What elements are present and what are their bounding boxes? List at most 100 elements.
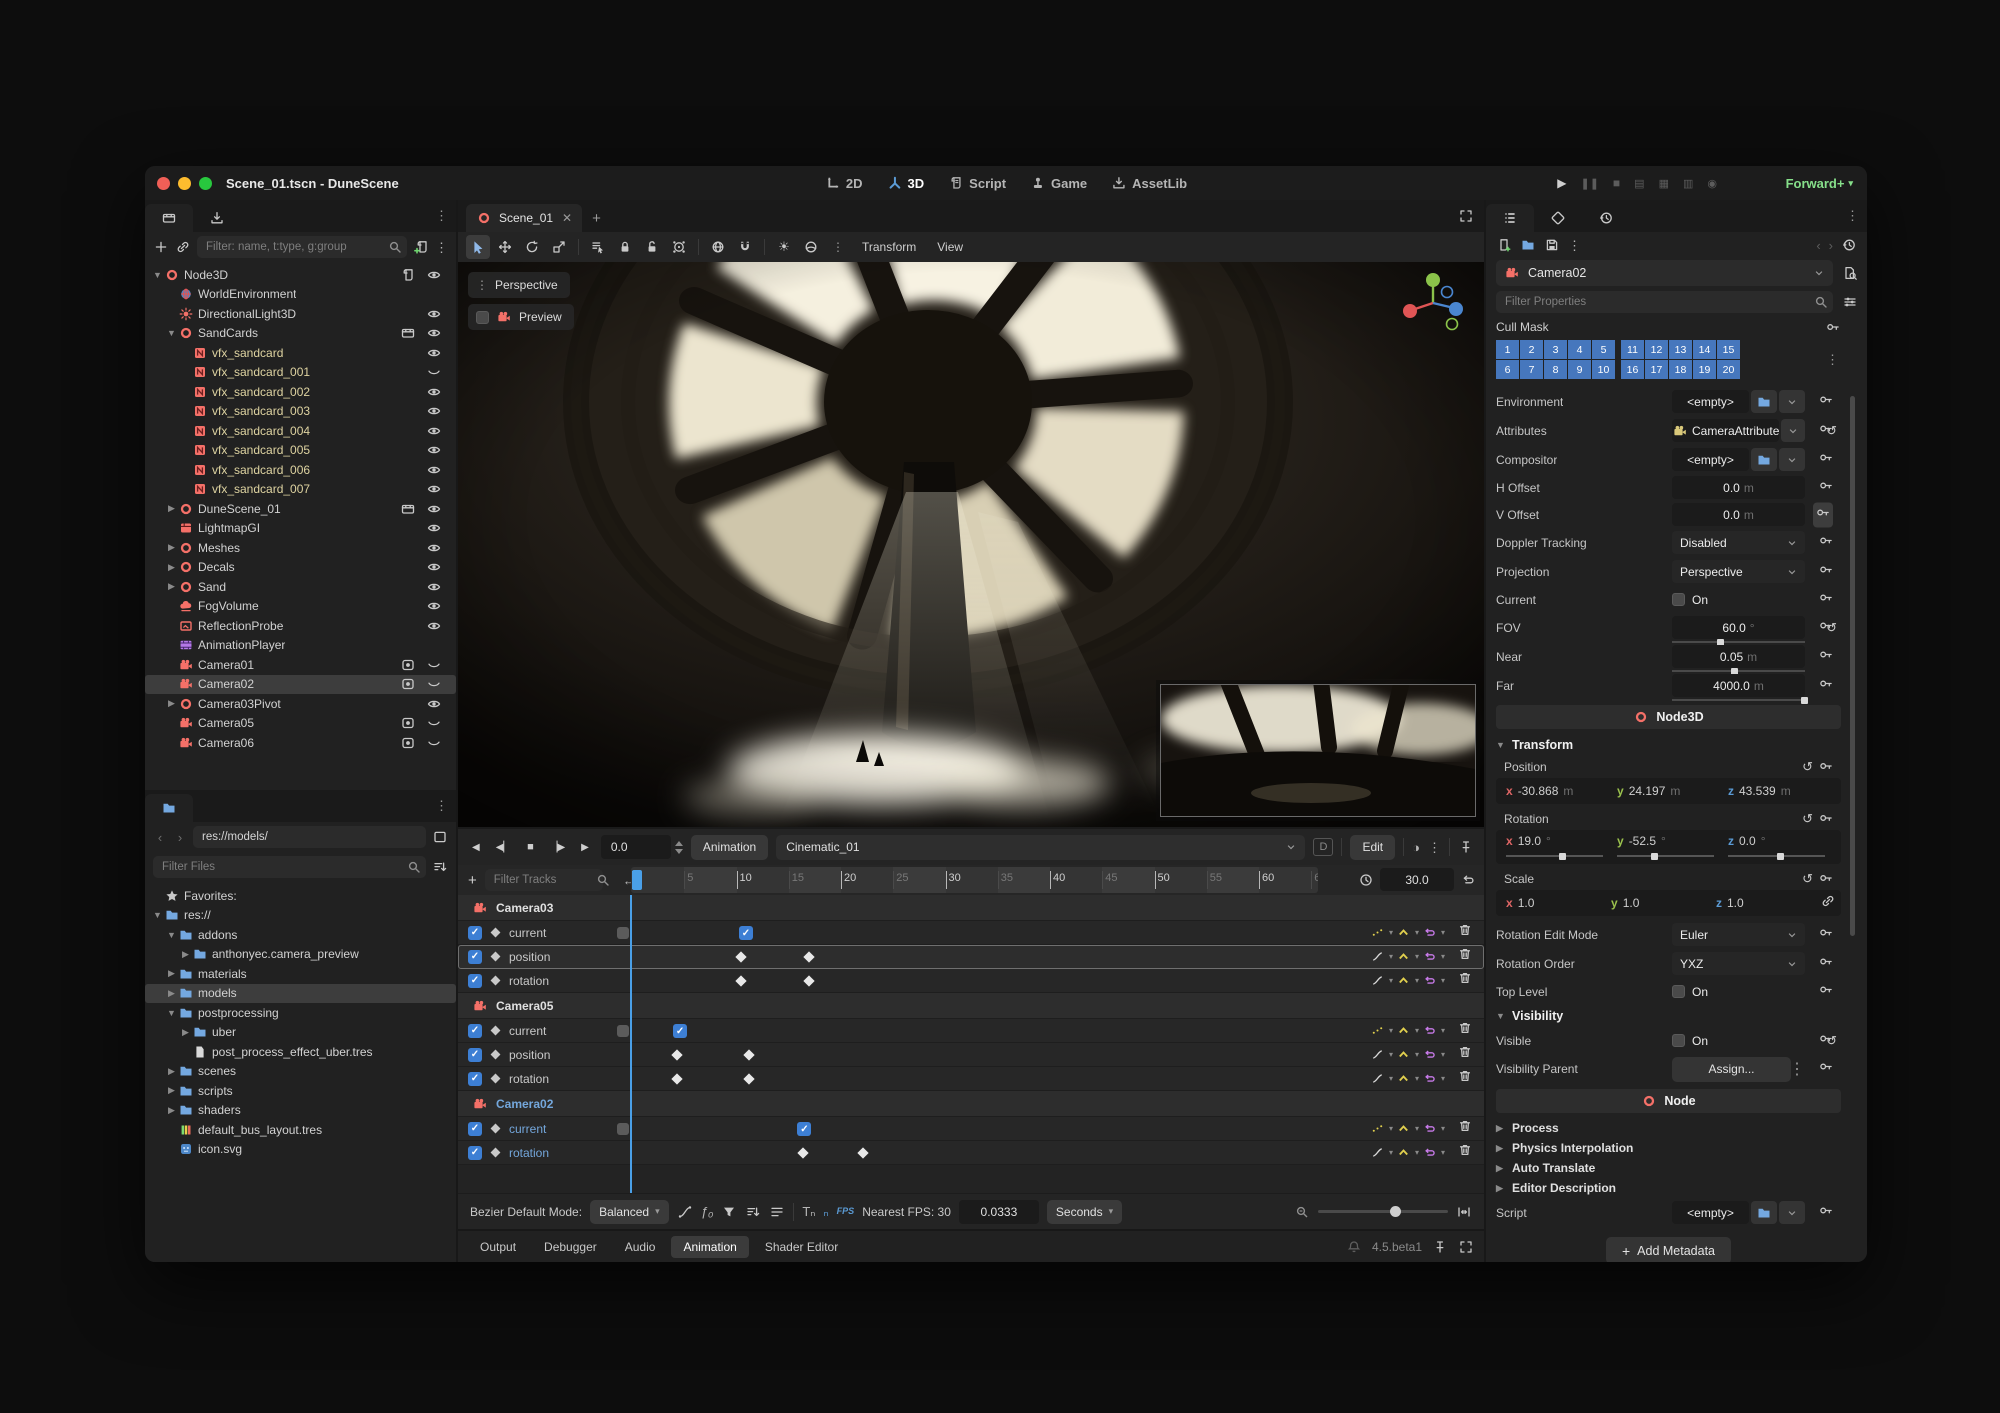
visibility-eye-icon[interactable] [426,521,441,536]
load-resource-icon[interactable] [1520,237,1536,253]
visibility-eye-icon[interactable] [426,579,441,594]
assign-options-icon[interactable]: ⋮ [1789,1059,1805,1079]
section-physics-interpolation[interactable]: ▶Physics Interpolation [1496,1138,1841,1158]
track-list-icon[interactable] [769,1204,785,1220]
function-icon[interactable]: ƒ₀ [701,1205,714,1218]
split-view-icon[interactable] [432,829,448,845]
cull-mask-bit-7[interactable]: 7 [1520,360,1543,379]
pin-property-icon[interactable] [1819,562,1833,581]
pin-property-icon[interactable] [1819,533,1833,552]
vector-value[interactable]: x19.0°y-52.5°z0.0° [1496,830,1841,864]
loop-dropdown-icon[interactable]: ▾ [1441,976,1445,985]
anim-time-input[interactable] [601,835,671,859]
loop-icon[interactable] [1460,872,1476,888]
go-to-start-icon[interactable]: ◀ [468,835,484,859]
tree-arrow-icon[interactable]: ▶ [165,542,178,553]
bezier-curve-icon[interactable] [677,1204,693,1220]
load-resource-icon[interactable] [1751,448,1777,471]
slider-value[interactable]: 60.0° [1672,616,1805,639]
filter-properties-input[interactable] [1496,291,1833,313]
tree-node-dunescene-01[interactable]: ▶DuneScene_01 [145,499,456,519]
dropdown-value[interactable]: Perspective [1672,560,1805,583]
wrap-dropdown-icon[interactable]: ▾ [1415,1026,1419,1035]
link-scale-icon[interactable] [1821,894,1835,913]
maximize-window-button[interactable] [199,177,212,190]
cull-mask-bit-17[interactable]: 17 [1645,360,1668,379]
visibility-eye-icon[interactable] [426,267,441,282]
loop-dropdown-icon[interactable]: ▾ [1441,1026,1445,1035]
bottom-tab-debugger[interactable]: Debugger [532,1236,609,1258]
tree-node-sand[interactable]: ▶Sand [145,577,456,597]
delete-track-icon[interactable] [1458,1069,1472,1088]
wrap-dropdown-icon[interactable]: ▾ [1415,1074,1419,1083]
resource-dropdown-icon[interactable] [1779,1201,1805,1224]
filesystem-options-icon[interactable]: ⋮ [435,798,448,814]
track-camera05-rotation[interactable]: ✓rotation▾▾▾ [458,1067,1484,1091]
stop-anim-icon[interactable]: ■ [523,835,538,859]
cull-mask-bit-2[interactable]: 2 [1520,340,1543,359]
cull-mask-bit-3[interactable]: 3 [1544,340,1567,359]
tree-node-camera05[interactable]: Camera05 [145,714,456,734]
resource-value[interactable]: <empty> [1672,448,1749,471]
play-button[interactable]: ▶ [1557,176,1566,190]
section-auto-translate[interactable]: ▶Auto Translate [1496,1158,1841,1178]
move-tool-button[interactable] [493,235,517,259]
inspector-dock-options-icon[interactable]: ⋮ [1846,208,1859,224]
tree-arrow-icon[interactable]: ▶ [165,1105,178,1116]
revert-icon[interactable]: ↺ [1802,759,1813,775]
tab-import[interactable] [193,204,241,232]
tree-node-reflectionprobe[interactable]: ReflectionProbe [145,616,456,636]
track-enabled-checkbox[interactable]: ✓ [468,1072,482,1086]
film-icon[interactable] [400,501,415,516]
track-camera05-position[interactable]: ✓position▾▾▾ [458,1043,1484,1067]
dock-options-icon[interactable]: ⋮ [435,208,448,224]
interp-linear-icon[interactable] [1370,1071,1386,1087]
interp-dropdown-icon[interactable]: ▾ [1389,1074,1393,1083]
pin-property-icon[interactable] [1813,502,1833,527]
tab-history[interactable] [1582,204,1630,232]
visibility-eye-icon[interactable] [426,540,441,555]
keyframe-check[interactable]: ✓ [673,1024,687,1038]
pin-property-icon[interactable] [1819,1203,1833,1222]
interp-discrete-icon[interactable] [1370,1023,1386,1039]
loop-wrap-icon[interactable] [1422,1071,1438,1087]
cull-mask-bit-9[interactable]: 9 [1568,360,1591,379]
tab-filesystem[interactable] [145,794,193,822]
number-value[interactable]: 0.0m [1672,476,1805,499]
interp-dropdown-icon[interactable]: ▾ [1389,1124,1393,1133]
cull-mask-bit-10[interactable]: 10 [1592,360,1615,379]
cull-mask-bit-13[interactable]: 13 [1669,340,1692,359]
cull-mask-bit-14[interactable]: 14 [1693,340,1716,359]
bottom-tab-audio[interactable]: Audio [613,1236,668,1258]
snap-key-icon[interactable]: ₙ [823,1205,828,1218]
film-icon[interactable] [400,326,415,341]
delete-track-icon[interactable] [1458,947,1472,966]
bottom-tab-shader-editor[interactable]: Shader Editor [753,1236,850,1258]
seconds-dropdown[interactable]: Seconds▾ [1047,1200,1122,1224]
scene-filter-input[interactable] [197,236,407,258]
pin-property-icon[interactable] [1819,590,1833,609]
add-track-icon[interactable]: + [468,872,477,889]
tree-node-vfx-sandcard-002[interactable]: vfx_sandcard_002 [145,382,456,402]
new-scene-tab-icon[interactable]: + [592,210,601,227]
bool-checkbox[interactable] [1672,593,1685,606]
interp-dropdown-icon[interactable]: ▾ [1389,952,1393,961]
tree-node-animationplayer[interactable]: AnimationPlayer [145,636,456,656]
visibility-eye-icon[interactable] [426,618,441,633]
preview-checkbox[interactable] [476,311,489,324]
cull-mask-bit-12[interactable]: 12 [1645,340,1668,359]
viewport-3d[interactable]: ⋮ Perspective Preview [458,262,1484,827]
filter-tracks-input[interactable] [485,869,603,891]
track-camera03-position[interactable]: ✓position▾▾▾ [458,945,1484,969]
visibility-closed-icon[interactable] [426,716,441,731]
fs-item-scripts[interactable]: ▶scripts [145,1081,456,1101]
camera-preview-icon[interactable] [400,657,415,672]
scene-tree-options-icon[interactable]: ⋮ [435,241,448,254]
visibility-eye-icon[interactable] [426,501,441,516]
animation-menu-button[interactable]: Animation [691,835,768,860]
interp-dropdown-icon[interactable]: ▾ [1389,1050,1393,1059]
view-menu[interactable]: View [928,240,972,254]
global-local-toggle-button[interactable] [706,235,730,259]
keyframe-check[interactable]: ✓ [739,926,753,940]
perspective-menu-button[interactable]: ⋮ Perspective [468,272,570,298]
